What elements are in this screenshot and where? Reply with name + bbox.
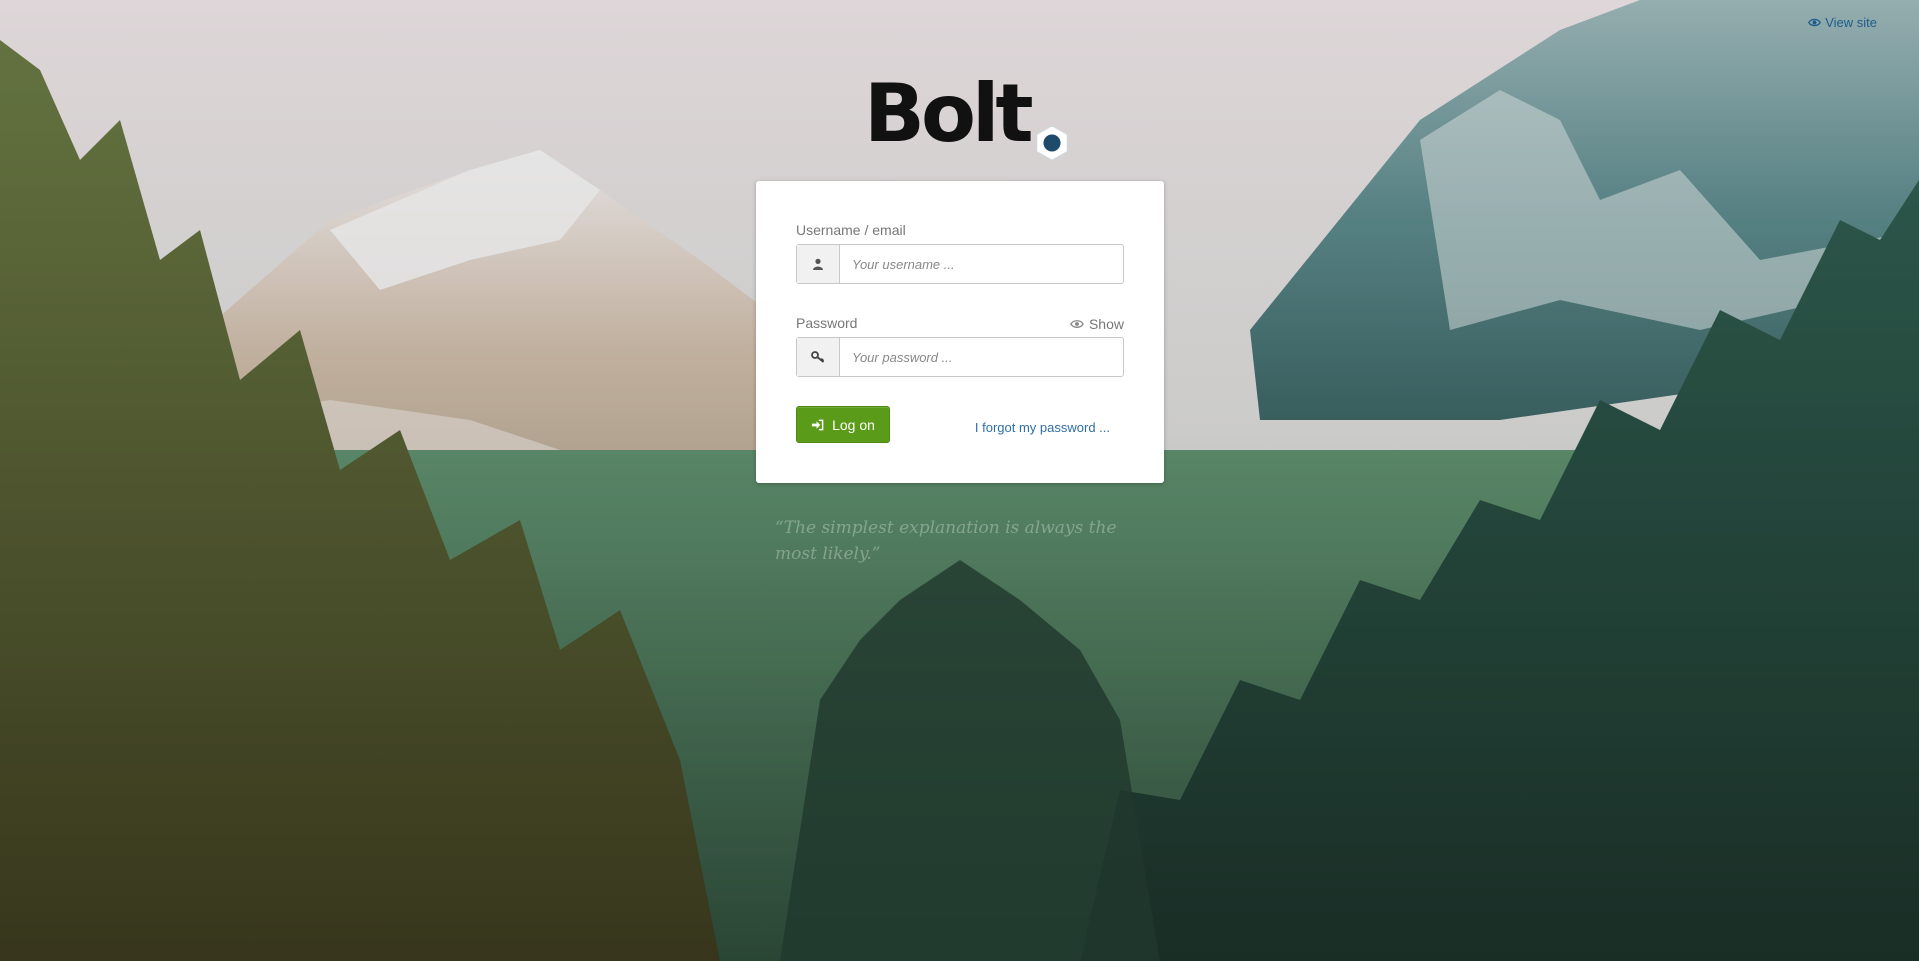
logo-text: Bolt <box>864 67 1034 160</box>
log-on-button[interactable]: Log on <box>796 406 890 443</box>
user-icon <box>797 245 840 283</box>
view-site-label: View site <box>1825 15 1877 30</box>
key-icon <box>797 338 840 376</box>
view-site-link[interactable]: View site <box>1808 15 1877 30</box>
bolt-logo: Bolt <box>864 64 1071 161</box>
quote-text: “The simplest explanation is always the … <box>775 518 1117 564</box>
login-card: Username / email Password Show <box>756 181 1164 483</box>
username-input[interactable] <box>840 245 1123 283</box>
username-label: Username / email <box>796 222 906 238</box>
password-input-group <box>796 337 1124 377</box>
bolt-hexagon-icon <box>1035 125 1068 161</box>
forgot-password-link[interactable]: I forgot my password ... <box>975 420 1110 435</box>
username-input-group <box>796 244 1124 284</box>
password-input[interactable] <box>840 338 1123 376</box>
log-on-label: Log on <box>832 416 875 433</box>
show-label: Show <box>1088 316 1124 332</box>
sign-in-icon <box>812 419 824 430</box>
password-label: Password <box>796 315 858 331</box>
eye-icon <box>1070 320 1084 328</box>
show-password-toggle[interactable]: Show <box>1070 316 1124 332</box>
eye-icon <box>1808 18 1822 27</box>
